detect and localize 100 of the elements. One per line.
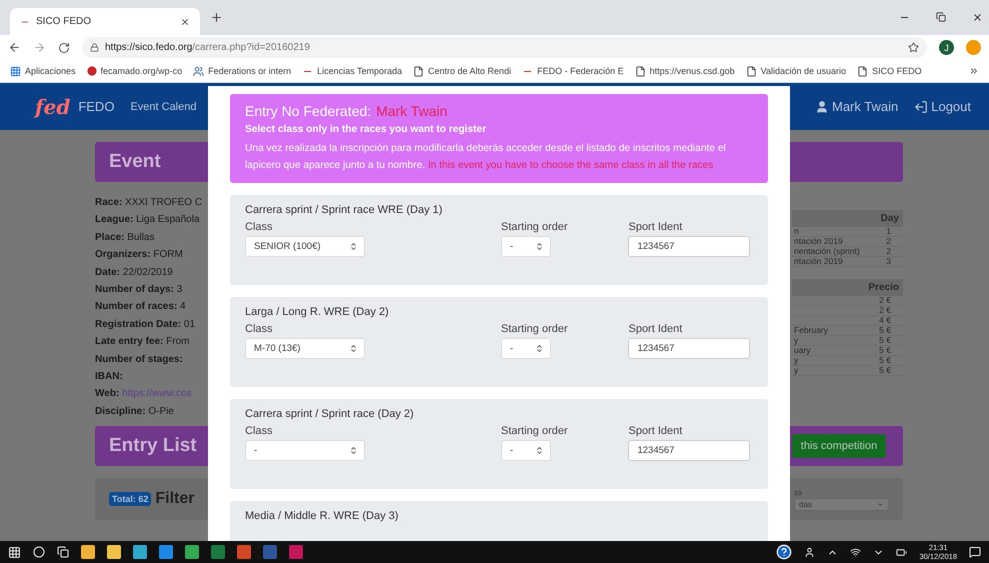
bookmark-item[interactable]: FEDO - Federación E [522,66,624,76]
detail-text: Date: 22/02/2019 [95,266,174,280]
reload-icon[interactable] [58,42,70,54]
task-view-icon[interactable] [57,546,69,558]
table-cell: y [794,366,798,375]
alert-subtitle: Select class only in the races you want to register [245,124,488,135]
back-icon[interactable] [8,41,21,54]
bookmark-item[interactable]: Centro de Alto Rendi [413,66,512,76]
more-icon[interactable] [969,66,979,76]
brand-name[interactable]: FEDO [78,99,114,114]
sport-ident-input[interactable]: 1234567 [628,236,750,257]
table-cell: rientación (sprint) [794,247,860,256]
table-cell: ntación 2019 [794,237,843,246]
updown-icon [349,344,358,353]
browser-tab[interactable]: SICO FEDO [10,8,200,35]
field-label: Sport Ident [628,425,684,437]
table-cell: n [794,227,799,236]
total-badge: Total: 62 [109,492,152,506]
field-label: Sport Ident [628,221,684,233]
table-header: Precio [792,279,903,296]
detail-text: Late entry fee: From [95,335,190,350]
bookmark-item[interactable]: fecamado.org/wp-co [86,66,182,76]
nav-link[interactable]: Event Calend [130,100,196,112]
search-icon[interactable] [33,546,45,558]
detail-text: Organizers: FORM [95,248,184,262]
page-icon [634,66,646,76]
table-cell: ntación 2019 [794,257,843,266]
field-label: Starting order [500,323,569,335]
bookmark-item[interactable]: Validación de usuario [746,66,846,76]
bookmark-item[interactable]: Licencias Temporada [302,66,402,76]
filters-title: Filter [155,490,194,508]
tab-title: SICO FEDO [36,16,92,27]
bookmark-item[interactable]: https://venus.csd.gob [634,66,735,76]
fedo-logo: fed [35,94,70,118]
table-cell: 2 € [879,306,891,315]
class-select[interactable]: M-70 (13€) [245,338,365,359]
sport-ident-input[interactable]: 1234567 [628,338,750,359]
new-tab-icon[interactable] [210,11,223,24]
detail-text: Registration Date: 01 [95,318,196,332]
detail-text: League: Liga Española [95,213,201,228]
table-cell: 5 € [879,326,891,335]
detail-text: Number of days: 3 [95,283,184,298]
updown-icon [534,344,544,353]
bookmark-item[interactable]: Aplicaciones [10,66,76,76]
detail-text: Web: https://www.cos [95,387,193,402]
bookmark-star-icon[interactable] [908,42,919,53]
notification-icon[interactable] [969,546,981,558]
updown-icon [534,242,544,251]
field-label: Class [245,221,274,233]
page-icon [857,66,868,76]
table-cell: 5 € [879,346,891,355]
section-title: Entry List [109,435,197,458]
sport-ident-input[interactable]: 1234567 [628,440,750,461]
detail-text: Number of races: 4 [95,300,187,314]
updown-icon [534,446,544,455]
notice-text: Una vez realizada la inscripción para modificarla deberás acceder desde el listado de inscritos mediante el lapicero que aparece junto a tu nombre. In this event you have to choose the same class in all the races [245,142,727,173]
address-field[interactable]: https://sico.fedo.org/carrera.php?id=20160219 [82,37,927,58]
logout-icon [914,100,928,114]
alert-title: Entry No Federated: [245,103,372,119]
order-select[interactable]: - [500,236,551,257]
close-icon[interactable] [972,12,983,23]
table-cell: 5 € [879,356,891,365]
table-header: Day [792,210,903,227]
restore-icon[interactable] [936,12,946,22]
detail-text: Race: XXXI TROFEO C [95,196,204,210]
field-label: Sport Ident [628,323,684,335]
battery-icon [896,546,908,558]
profile-avatar[interactable]: J [939,40,954,55]
field-label: Starting order [500,221,569,233]
dropdown-icon [877,500,884,508]
class-select[interactable]: SENIOR (100€) [245,236,365,257]
close-icon[interactable] [180,16,190,26]
table-cell: 1 [886,227,891,236]
bookmark-item[interactable]: Federations or intern [193,66,292,76]
logout-link[interactable]: Logout [931,99,971,114]
section-title: Event [109,151,161,173]
table-cell: 2 [886,247,891,256]
class-select[interactable]: - [245,440,365,461]
network-icon [850,546,862,558]
field-label: Class [245,425,274,437]
people-icon[interactable] [804,546,816,558]
table-cell: 3 [886,257,891,266]
race-title: Larga / Long R. WRE (Day 2) [245,306,390,318]
start-icon[interactable] [8,546,21,558]
field-label: Starting order [500,425,569,437]
order-select[interactable]: - [500,338,551,359]
race-title: Carrera sprint / Sprint race WRE (Day 1) [245,204,444,216]
updown-icon [349,446,358,455]
site-icon [86,66,97,76]
table-cell: 2 € [879,296,891,305]
updown-icon [349,242,358,251]
filter-label: ss [794,488,803,497]
table-cell: y [794,356,798,365]
bookmark-item[interactable]: SICO FEDO [857,66,922,76]
table-cell: 4 € [879,316,891,325]
help-icon[interactable] [776,544,792,560]
table-cell: y [794,336,798,345]
user-link[interactable]: Mark Twain [832,99,898,114]
order-select[interactable]: - [500,440,551,461]
register-button[interactable]: this competition [792,434,886,458]
